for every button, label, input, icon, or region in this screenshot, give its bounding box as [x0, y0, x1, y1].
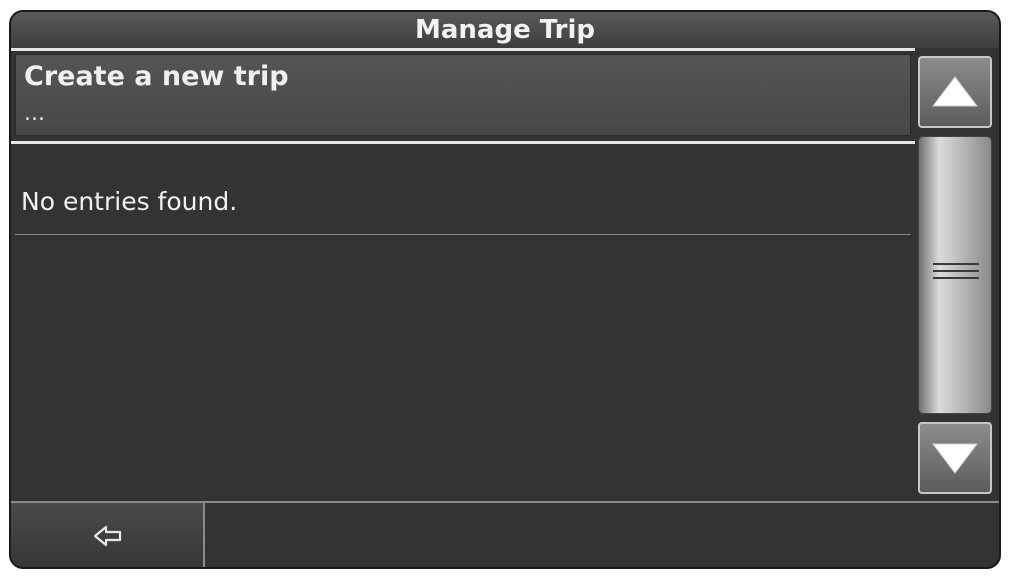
- scroll-down-button[interactable]: [918, 422, 992, 494]
- page-title: Manage Trip: [415, 15, 595, 45]
- back-arrow-icon: [93, 525, 122, 547]
- create-new-trip-sublabel: ...: [24, 101, 45, 126]
- create-new-trip-label: Create a new trip: [24, 61, 289, 92]
- empty-message: No entries found.: [21, 187, 238, 216]
- create-new-trip-item[interactable]: Create a new trip ...: [15, 54, 911, 136]
- scrollbar-track[interactable]: [918, 136, 992, 414]
- triangle-up-icon: [931, 76, 979, 107]
- title-bar: Manage Trip: [11, 12, 999, 48]
- list-item-empty: No entries found.: [15, 147, 911, 235]
- scroll-up-button[interactable]: [918, 56, 992, 128]
- footer-bar: [11, 503, 999, 567]
- manage-trip-window: Manage Trip Create a new trip ... No ent…: [9, 10, 1001, 569]
- trip-list: Create a new trip ... No entries found.: [11, 51, 915, 503]
- list-divider: [11, 141, 915, 144]
- grip-lines-icon[interactable]: [933, 263, 979, 283]
- triangle-down-icon: [931, 443, 979, 474]
- back-button[interactable]: [11, 503, 205, 567]
